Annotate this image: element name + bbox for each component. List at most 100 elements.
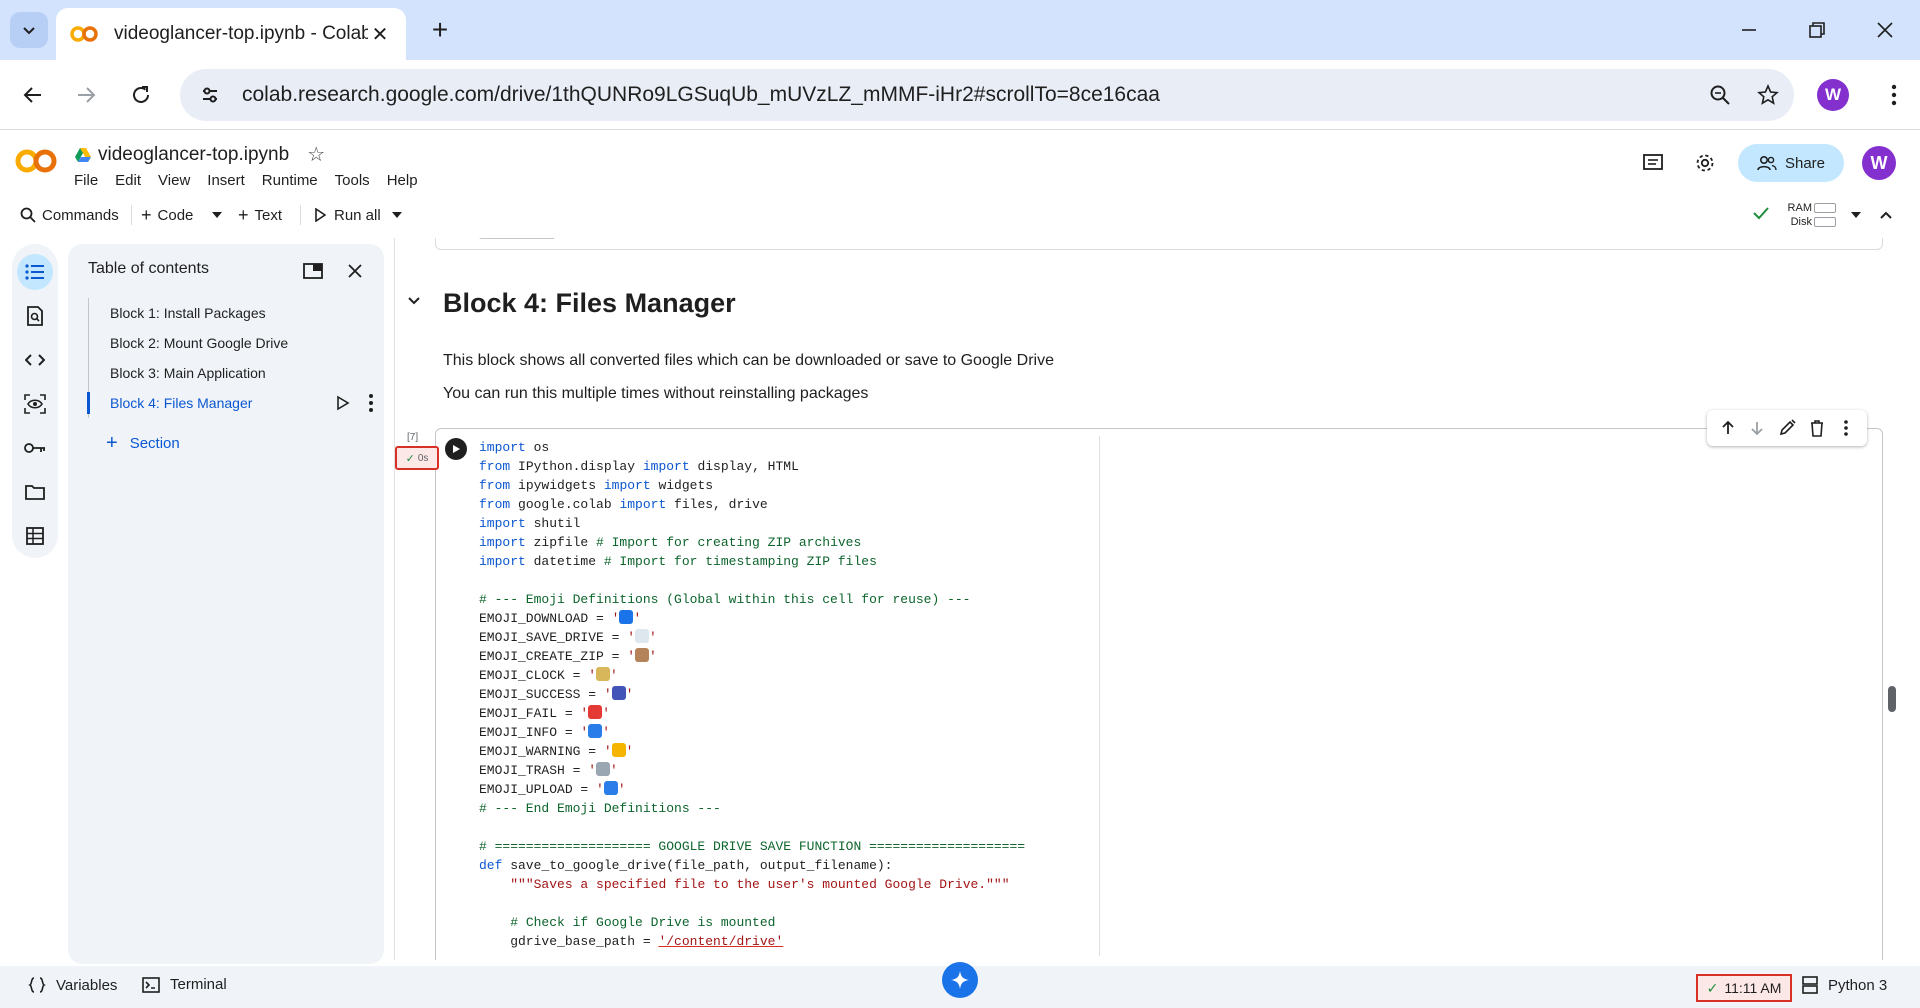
add-code-dropdown[interactable] bbox=[207, 201, 227, 229]
resource-labels[interactable]: RAM Disk bbox=[1786, 201, 1812, 229]
section-heading: Block 4: Files Manager bbox=[443, 288, 736, 318]
markdown-paragraph: You can run this multiple times without … bbox=[443, 385, 869, 402]
collapse-header-button[interactable] bbox=[1876, 201, 1896, 229]
rail-code-snippets[interactable] bbox=[17, 342, 53, 378]
browser-tab-active[interactable]: videoglancer-top.ipynb - Colab ✕ bbox=[56, 8, 406, 60]
add-section-button[interactable]: + Section bbox=[106, 432, 180, 455]
user-avatar[interactable]: W bbox=[1862, 146, 1896, 180]
terminal-button[interactable]: Terminal bbox=[142, 976, 227, 993]
execution-status-badge[interactable]: ✓ 0s bbox=[395, 446, 439, 470]
add-text-button[interactable]: + Text bbox=[238, 201, 282, 229]
add-code-label: Code bbox=[157, 206, 194, 224]
code-brackets-icon bbox=[25, 354, 45, 366]
vertical-scrollbar-thumb[interactable] bbox=[1888, 686, 1896, 712]
rail-secrets[interactable] bbox=[17, 430, 53, 466]
execution-time: 0s bbox=[417, 452, 429, 464]
tab-close-icon[interactable]: ✕ bbox=[368, 22, 392, 46]
colab-logo-icon[interactable] bbox=[14, 148, 58, 174]
code-line: from IPython.display import display, HTM… bbox=[479, 459, 799, 474]
delete-cell-button[interactable] bbox=[1804, 415, 1830, 441]
menu-tools[interactable]: Tools bbox=[335, 172, 370, 189]
people-icon bbox=[1757, 155, 1777, 171]
notebook-name[interactable]: videoglancer-top.ipynb bbox=[98, 144, 289, 166]
settings-button[interactable] bbox=[1690, 148, 1720, 178]
previous-cell-bottom bbox=[435, 238, 1883, 250]
address-bar[interactable]: colab.research.google.com/drive/1thQUNRo… bbox=[180, 69, 1794, 121]
back-button[interactable] bbox=[13, 75, 53, 115]
reload-button[interactable] bbox=[121, 75, 161, 115]
caret-down-icon bbox=[392, 212, 402, 218]
close-window-button[interactable] bbox=[1862, 10, 1908, 50]
play-icon bbox=[315, 208, 326, 222]
minimize-button[interactable] bbox=[1726, 10, 1772, 50]
browser-menu-button[interactable] bbox=[1878, 79, 1910, 111]
arrow-left-icon bbox=[23, 87, 41, 103]
restore-button[interactable] bbox=[1794, 10, 1840, 50]
menu-file[interactable]: File bbox=[74, 172, 98, 189]
colab-toolbar: Commands + Code + Text Run all RAM Disk bbox=[0, 192, 1920, 238]
browser-toolbar: colab.research.google.com/drive/1thQUNRo… bbox=[0, 60, 1920, 130]
code-editor[interactable]: import os from IPython.display import dis… bbox=[479, 438, 1025, 951]
toc-item-block-2[interactable]: Block 2: Mount Google Drive bbox=[89, 328, 368, 358]
key-icon bbox=[24, 443, 45, 453]
menubar: File Edit View Insert Runtime Tools Help bbox=[74, 172, 435, 189]
toc-close-button[interactable] bbox=[340, 256, 370, 286]
menu-view[interactable]: View bbox=[158, 172, 190, 189]
code-line: EMOJI_CLOCK = ' ' bbox=[479, 667, 618, 683]
rail-variables-inspector[interactable] bbox=[17, 386, 53, 422]
toc-item-block-1[interactable]: Block 1: Install Packages bbox=[89, 298, 368, 328]
kernel-status[interactable]: Python 3 bbox=[1802, 976, 1887, 994]
gemini-assistant-button[interactable] bbox=[942, 962, 978, 998]
rail-data-table[interactable] bbox=[17, 518, 53, 554]
menu-help[interactable]: Help bbox=[387, 172, 418, 189]
bookmark-star-icon[interactable] bbox=[1746, 73, 1790, 117]
toc-open-in-tab-button[interactable] bbox=[298, 256, 328, 286]
commands-button[interactable]: Commands bbox=[20, 201, 119, 229]
restore-icon bbox=[1809, 22, 1825, 38]
new-tab-button[interactable]: + bbox=[424, 14, 456, 46]
last-run-time-badge[interactable]: ✓ 11:11 AM bbox=[1696, 974, 1792, 1002]
zoom-icon[interactable] bbox=[1698, 73, 1742, 117]
share-button[interactable]: Share bbox=[1738, 144, 1844, 182]
table-of-contents-panel: Table of contents Block 1: Install Packa… bbox=[68, 244, 384, 964]
notebook-area[interactable]: Block 4: Files Manager This block shows … bbox=[394, 238, 1908, 960]
forward-button[interactable] bbox=[66, 75, 106, 115]
menu-runtime[interactable]: Runtime bbox=[262, 172, 318, 189]
browser-profile-avatar[interactable]: W bbox=[1817, 79, 1849, 111]
move-cell-up-button[interactable] bbox=[1715, 415, 1741, 441]
runtime-dropdown[interactable] bbox=[1846, 201, 1866, 229]
star-icon[interactable]: ☆ bbox=[307, 142, 325, 167]
horizontal-scrollbar[interactable] bbox=[478, 238, 556, 239]
code-line: EMOJI_WARNING = ' ' bbox=[479, 743, 634, 759]
url-text[interactable]: colab.research.google.com/drive/1thQUNRo… bbox=[242, 83, 1698, 107]
collapse-section-chevron-icon[interactable] bbox=[407, 296, 421, 306]
folder-icon bbox=[25, 485, 45, 500]
run-cell-button[interactable] bbox=[445, 438, 467, 460]
tab-search-button[interactable] bbox=[10, 12, 48, 48]
menu-edit[interactable]: Edit bbox=[115, 172, 141, 189]
run-all-dropdown[interactable] bbox=[387, 201, 407, 229]
comments-button[interactable] bbox=[1638, 148, 1668, 178]
toc-item-block-4[interactable]: Block 4: Files Manager bbox=[87, 388, 373, 418]
cell-more-button[interactable] bbox=[1833, 415, 1859, 441]
run-all-button[interactable]: Run all bbox=[314, 201, 381, 229]
menu-insert[interactable]: Insert bbox=[207, 172, 245, 189]
add-code-button[interactable]: + Code bbox=[141, 201, 193, 229]
move-cell-down-button[interactable] bbox=[1744, 415, 1770, 441]
run-section-icon[interactable] bbox=[336, 395, 350, 411]
rail-find-replace[interactable] bbox=[17, 298, 53, 334]
variables-button[interactable]: Variables bbox=[28, 976, 117, 994]
more-vert-icon bbox=[1891, 84, 1897, 106]
rail-table-of-contents[interactable] bbox=[17, 254, 53, 290]
toc-item-block-3[interactable]: Block 3: Main Application bbox=[89, 358, 368, 388]
google-drive-icon bbox=[75, 147, 91, 162]
rail-files[interactable] bbox=[17, 474, 53, 510]
variables-label: Variables bbox=[56, 976, 118, 994]
edit-cell-button[interactable] bbox=[1774, 415, 1800, 441]
site-info-icon[interactable] bbox=[192, 77, 228, 113]
resource-meters[interactable] bbox=[1814, 203, 1836, 231]
more-vert-icon[interactable] bbox=[368, 393, 374, 413]
add-section-label: Section bbox=[129, 435, 180, 452]
